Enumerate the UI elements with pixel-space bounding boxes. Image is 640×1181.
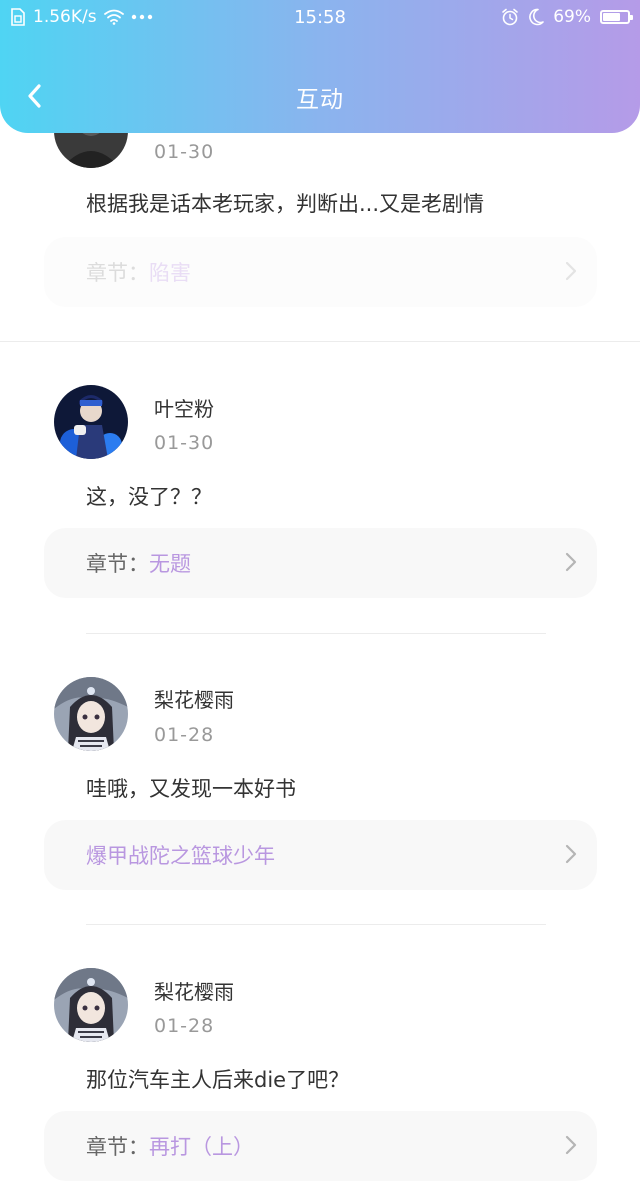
comment-date: 01-30 bbox=[154, 432, 215, 454]
book-link-label: 爆甲战陀之篮球少年 bbox=[86, 840, 275, 870]
chevron-right-icon bbox=[565, 261, 577, 281]
comment-text: 哇哦，又发现一本好书 bbox=[86, 777, 296, 801]
section-divider bbox=[0, 341, 640, 342]
chapter-link-label: 章节：无题 bbox=[86, 548, 191, 578]
moon-icon bbox=[529, 8, 545, 26]
book-title: 爆甲战陀之篮球少年 bbox=[86, 844, 275, 868]
user-name: 叶空粉 bbox=[154, 397, 214, 421]
chapter-link[interactable]: 章节：再打（上） bbox=[44, 1111, 597, 1181]
avatar[interactable] bbox=[54, 385, 128, 459]
chapter-link[interactable]: 章节：陷害 bbox=[44, 237, 597, 307]
avatar[interactable] bbox=[54, 968, 128, 1042]
battery-icon bbox=[600, 10, 633, 24]
comment-text: 这，没了？？ bbox=[86, 485, 212, 509]
chapter-prefix: 章节： bbox=[86, 261, 149, 285]
chevron-right-icon bbox=[565, 552, 577, 572]
comment-date: 01-28 bbox=[154, 1015, 215, 1037]
chapter-name: 再打（上） bbox=[149, 1135, 254, 1159]
chapter-prefix: 章节： bbox=[86, 1135, 149, 1159]
status-bar: 1.56K/s 15:58 69% bbox=[0, 0, 640, 36]
page-title: 互动 bbox=[296, 87, 344, 113]
chevron-right-icon bbox=[565, 844, 577, 864]
section-divider bbox=[86, 924, 546, 925]
chapter-prefix: 章节： bbox=[86, 552, 149, 576]
battery-percent: 69% bbox=[553, 7, 591, 27]
chapter-link-label: 章节：再打（上） bbox=[86, 1131, 254, 1161]
chapter-link-label: 章节：陷害 bbox=[86, 257, 191, 287]
book-link[interactable]: 爆甲战陀之篮球少年 bbox=[44, 820, 597, 890]
app-header: 1.56K/s 15:58 69% 互动 bbox=[0, 0, 640, 133]
battery-level bbox=[603, 13, 620, 21]
comment-feed[interactable]: 01-30 根据我是话本老玩家，判断出...又是老剧情 章节：陷害 叶空粉 01… bbox=[0, 0, 640, 1181]
chapter-link[interactable]: 章节：无题 bbox=[44, 528, 597, 598]
user-name: 梨花樱雨 bbox=[154, 688, 234, 712]
section-divider bbox=[86, 633, 546, 634]
alarm-icon bbox=[502, 8, 519, 26]
comment-text: 那位汽车主人后来die了吧？ bbox=[86, 1068, 350, 1092]
comment-date: 01-28 bbox=[154, 724, 215, 746]
comment-date: 01-30 bbox=[154, 141, 215, 163]
user-name: 梨花樱雨 bbox=[154, 980, 234, 1004]
chapter-name: 陷害 bbox=[149, 261, 191, 285]
chapter-name: 无题 bbox=[149, 552, 191, 576]
comment-text: 根据我是话本老玩家，判断出...又是老剧情 bbox=[86, 192, 485, 216]
chevron-right-icon bbox=[565, 1135, 577, 1155]
avatar[interactable] bbox=[54, 677, 128, 751]
